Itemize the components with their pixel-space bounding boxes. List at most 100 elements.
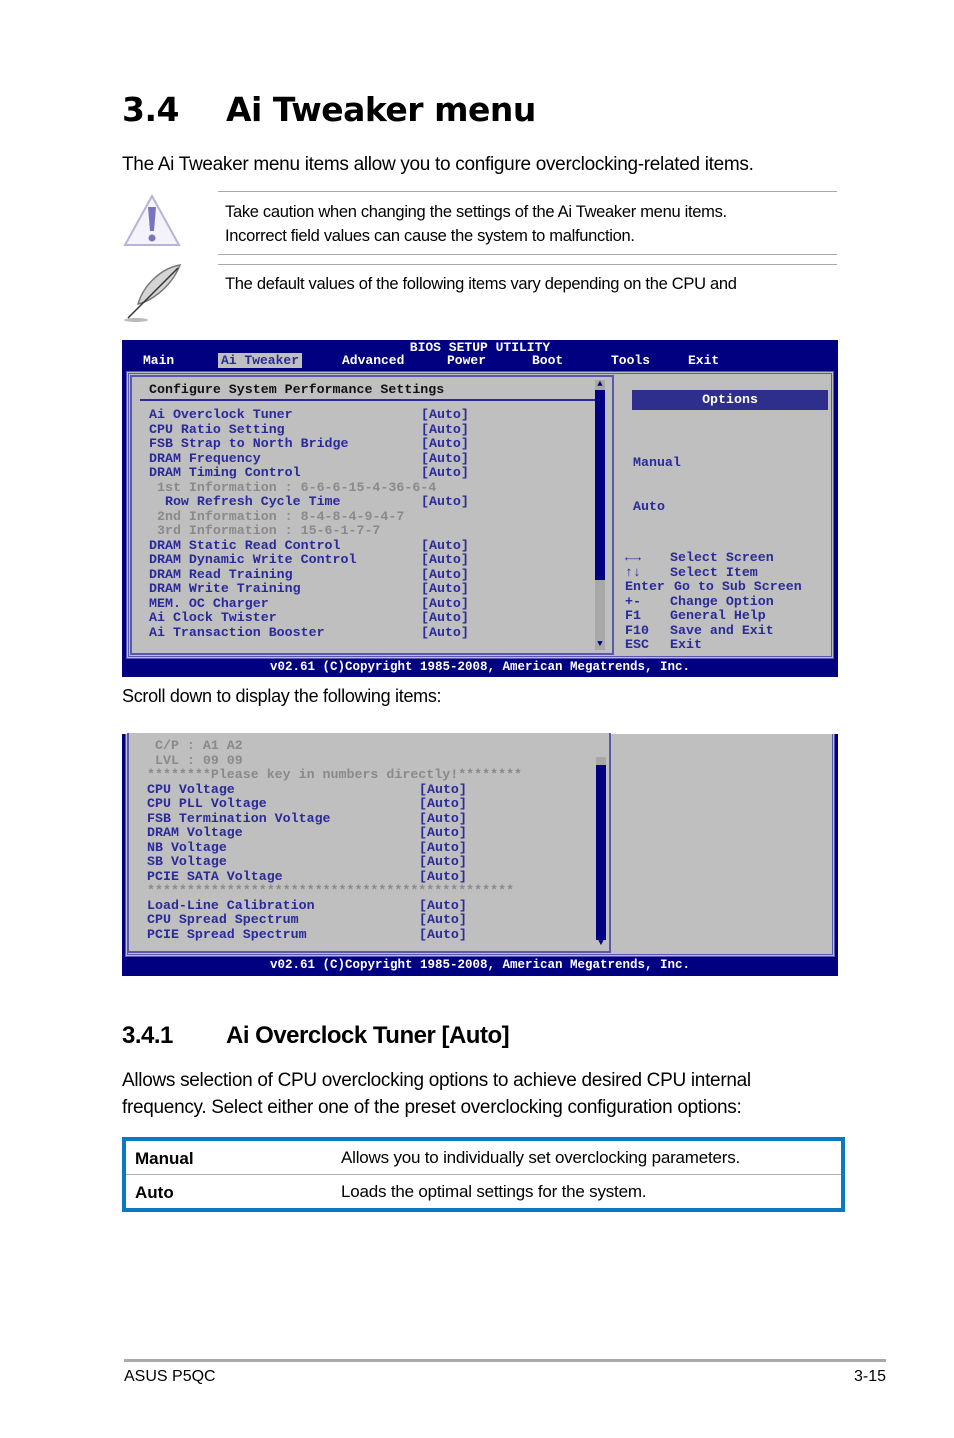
bios-item-value[interactable]: [Auto] <box>419 898 467 914</box>
bios-item-label: PCIE SATA Voltage <box>147 868 283 884</box>
bios-item-value[interactable]: [Auto] <box>421 436 469 452</box>
bios-footer: v02.61 (C)Copyright 1985-2008, American … <box>269 958 691 972</box>
bios-item[interactable]: Row Refresh Cycle Time [Auto] <box>149 494 579 510</box>
bios-tab-boot[interactable]: Boot <box>532 353 563 368</box>
bios-item-value[interactable]: [Auto] <box>419 854 467 870</box>
scrollbar[interactable] <box>596 757 606 765</box>
bios-tab-exit[interactable]: Exit <box>688 353 719 368</box>
help-key: ESC <box>625 637 649 652</box>
bios-item-label: ****************************************… <box>147 883 515 898</box>
bios-item-label: NB Voltage <box>147 839 227 855</box>
scroll-thumb[interactable] <box>596 765 606 940</box>
bios-item-value[interactable]: [Auto] <box>419 840 467 856</box>
bios-item-value[interactable]: [Auto] <box>419 927 467 943</box>
bios-item[interactable]: CPU PLL Voltage [Auto] <box>147 796 587 812</box>
help-action: Go to Sub Screen <box>674 579 802 594</box>
section-number: 3.4 <box>122 90 179 129</box>
scroll-down-icon[interactable]: ▼ <box>596 938 606 948</box>
help-action: Change Option <box>670 593 774 609</box>
help-keys: ←→ Select Screen ↑↓ Select Item Enter Go to S… <box>625 550 802 653</box>
bios-item[interactable]: FSB Strap to North Bridge [Auto] <box>149 436 579 452</box>
arrow-keys-icon: ←→ <box>625 550 641 565</box>
bios-item[interactable]: CPU Voltage [Auto] <box>147 782 587 798</box>
help-key-row: ESC Exit <box>625 637 702 653</box>
bios-item-label: CPU PLL Voltage <box>147 796 267 811</box>
scroll-up-icon[interactable]: ▲ <box>595 379 605 389</box>
caution-note: Take caution when changing the settings … <box>225 200 727 248</box>
bios-item-label: DRAM Voltage <box>147 825 243 840</box>
bios-item-value[interactable]: [Auto] <box>419 811 467 827</box>
bios-item: C/P : A1 A2 <box>147 738 587 754</box>
bios-item-value[interactable]: [Auto] <box>421 407 469 423</box>
scroll-thumb[interactable] <box>595 390 605 580</box>
bios-item[interactable]: DRAM Read Training [Auto] <box>149 567 579 583</box>
help-key-row: F1 General Help <box>625 608 766 624</box>
bios-item[interactable]: Ai Overclock Tuner [Auto] <box>149 407 579 423</box>
option-name: Auto <box>135 1183 174 1202</box>
help-key-row: Enter Go to Sub Screen <box>625 579 802 595</box>
bios-item-value[interactable]: [Auto] <box>419 782 467 798</box>
bios-item-label: Row Refresh Cycle Time <box>149 494 341 509</box>
default-values-note: The default values of the following item… <box>225 275 737 293</box>
bios-item-value[interactable]: [Auto] <box>419 825 467 841</box>
bios-item-value[interactable]: [Auto] <box>421 494 469 510</box>
bios-tab-main[interactable]: Main <box>143 353 174 368</box>
bios-item-value[interactable]: [Auto] <box>421 596 469 612</box>
bios-item[interactable]: MEM. OC Charger [Auto] <box>149 595 579 612</box>
subsection-name: Ai Overclock Tuner [Auto] <box>226 1022 510 1049</box>
bios-item[interactable]: FSB Termination Voltage [Auto] <box>147 811 587 827</box>
page-title: 3.4 Ai Tweaker menu <box>122 90 536 129</box>
bios-item-value[interactable]: [Auto] <box>421 465 469 481</box>
bios-item[interactable]: DRAM Static Read Control [Auto] <box>149 537 579 554</box>
bios-item-value[interactable]: [Auto] <box>421 581 469 597</box>
bios-item-value[interactable]: [Auto] <box>421 552 469 568</box>
bios-tab-tools[interactable]: Tools <box>611 353 650 368</box>
bios-item-value[interactable]: [Auto] <box>419 796 467 812</box>
options-table: Manual Allows you to individually set ov… <box>122 1137 845 1212</box>
bios-section-title: Configure System Performance Settings <box>149 382 445 397</box>
bios-tab-power[interactable]: Power <box>447 353 486 368</box>
help-action: General Help <box>670 608 766 623</box>
bios-item-value[interactable]: [Auto] <box>419 869 467 885</box>
help-action: Select Screen <box>670 550 774 565</box>
bios-item-label: CPU Ratio Setting <box>149 421 285 437</box>
option-auto[interactable]: Auto <box>633 499 681 515</box>
bios-item-value[interactable]: [Auto] <box>421 422 469 438</box>
bios-item[interactable]: PCIE Spread Spectrum [Auto] <box>147 927 587 943</box>
bios-item-label: Ai Overclock Tuner <box>149 407 293 422</box>
bios-item[interactable]: DRAM Voltage [Auto] <box>147 825 587 841</box>
bios-item-value[interactable]: [Auto] <box>421 451 469 467</box>
bios-footer: v02.61 (C)Copyright 1985-2008, American … <box>269 660 691 674</box>
bios-item[interactable]: Load-Line Calibration [Auto] <box>147 898 587 914</box>
bios-item[interactable]: DRAM Timing Control [Auto] <box>149 465 579 481</box>
bios-item[interactable]: PCIE SATA Voltage [Auto] <box>147 868 587 885</box>
bios-item-label: 3rd Information : 15-6-1-7-7 <box>149 523 381 538</box>
bios-tab-ai-tweaker[interactable]: Ai Tweaker <box>218 353 303 368</box>
bios-item[interactable]: Ai Clock Twister [Auto] <box>149 610 579 626</box>
scroll-down-icon[interactable]: ▼ <box>595 639 605 649</box>
bios-item-value[interactable]: [Auto] <box>421 567 469 583</box>
bios-item[interactable]: DRAM Dynamic Write Control [Auto] <box>149 552 579 568</box>
bios-item[interactable]: DRAM Frequency [Auto] <box>149 451 579 467</box>
bios-item[interactable]: CPU Ratio Setting [Auto] <box>149 421 579 438</box>
subsection-title: 3.4.1 Ai Overclock Tuner [Auto] <box>122 1022 510 1050</box>
bios-item[interactable]: NB Voltage [Auto] <box>147 839 587 856</box>
bios-item-value[interactable]: [Auto] <box>421 610 469 626</box>
subsection-number: 3.4.1 <box>122 1022 173 1049</box>
bios-item-label: 2nd Information : 8-4-8-4-9-4-7 <box>149 508 405 524</box>
bios-item-label: MEM. OC Charger <box>149 595 269 611</box>
bios-tab-advanced[interactable]: Advanced <box>342 353 404 368</box>
bios-item: ********Please key in numbers directly!*… <box>147 767 587 783</box>
scrollbar[interactable]: ▲ ▼ <box>595 379 605 650</box>
bios-item-value[interactable]: [Auto] <box>421 625 469 641</box>
bios-item-label: DRAM Write Training <box>149 581 301 596</box>
bios-item-value[interactable]: [Auto] <box>419 912 467 928</box>
bios-item[interactable]: SB Voltage [Auto] <box>147 854 587 870</box>
bios-item[interactable]: CPU Spread Spectrum [Auto] <box>147 912 587 928</box>
option-manual[interactable]: Manual <box>633 455 681 471</box>
bios-item[interactable]: Ai Transaction Booster [Auto] <box>149 625 579 641</box>
bios-item-label: DRAM Static Read Control <box>149 537 341 553</box>
bios-item[interactable]: DRAM Write Training [Auto] <box>149 581 579 597</box>
table-row: Manual Allows you to individually set ov… <box>126 1141 841 1174</box>
bios-item-value[interactable]: [Auto] <box>421 538 469 554</box>
